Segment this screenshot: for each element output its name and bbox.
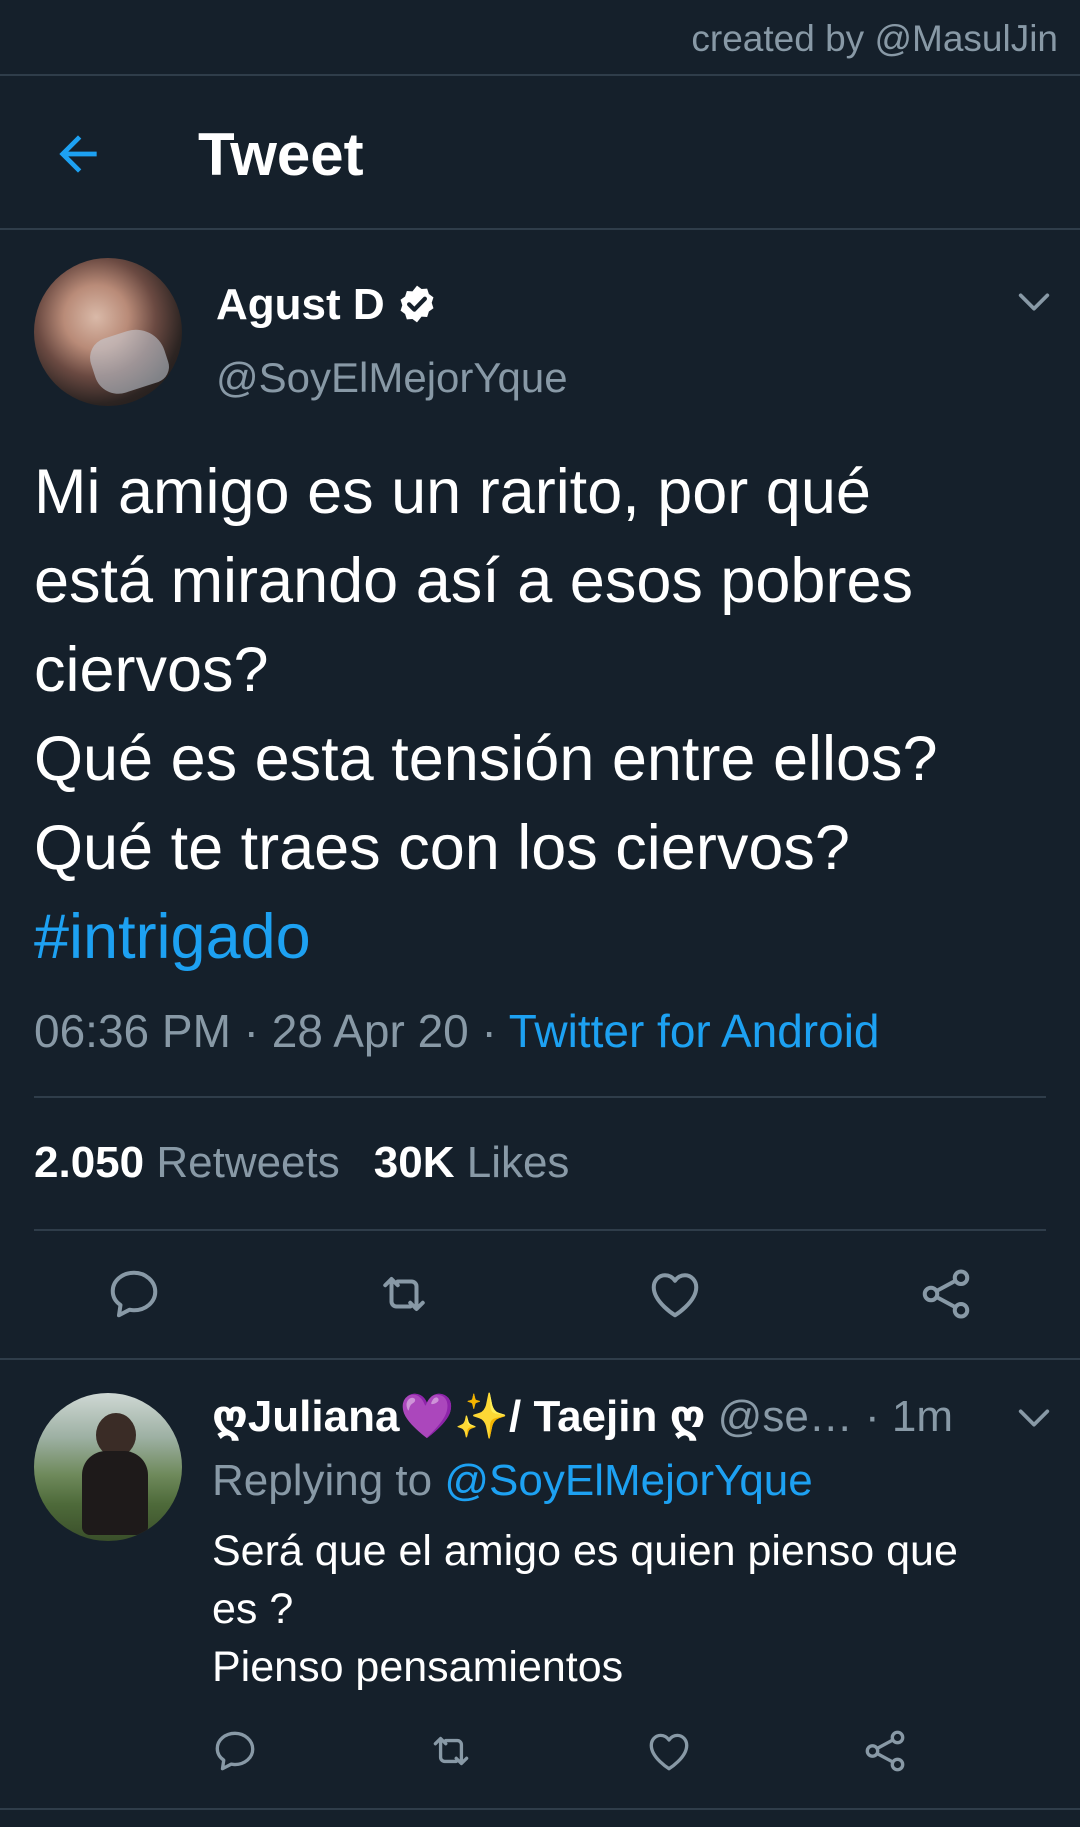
tweet-source-link[interactable]: Twitter for Android <box>509 1005 880 1057</box>
comment-icon[interactable] <box>210 1726 260 1776</box>
retweet-icon[interactable] <box>426 1726 476 1776</box>
reply-author-name[interactable]: ღJuliana💜✨/ Taejin ღ <box>212 1392 705 1441</box>
reply-text: Será que el amigo es quien pienso que es… <box>212 1522 1042 1696</box>
author-handle[interactable]: @SoyElMejorYque <box>216 354 568 402</box>
tweet-text-line: Qué te traes con los ciervos? <box>34 813 850 883</box>
heart-icon[interactable] <box>644 1726 694 1776</box>
retweets-stat[interactable]: 2.050 Retweets <box>34 1138 340 1187</box>
heart-icon[interactable] <box>645 1264 705 1324</box>
retweets-count: 2.050 <box>34 1138 145 1187</box>
replying-to: Replying to @SoyElMejorYque <box>212 1456 813 1506</box>
meta-separator: · <box>230 1005 272 1057</box>
tweet-time: 06:36 PM <box>34 1005 231 1057</box>
author-avatar[interactable] <box>34 258 182 406</box>
reply-header: ღJuliana💜✨/ Taejin ღ @se… · 1m <box>212 1390 953 1442</box>
verified-badge-icon <box>400 285 434 323</box>
tweet-text-line: Mi amigo es un rarito, por qué <box>34 457 871 527</box>
tweet-date: 28 Apr 20 <box>271 1005 469 1057</box>
tweet-text-line: está mirando así a esos pobres <box>34 546 913 616</box>
retweets-label: Retweets <box>156 1138 340 1187</box>
share-icon[interactable] <box>860 1726 910 1776</box>
retweet-icon[interactable] <box>374 1264 434 1324</box>
page-title: Tweet <box>198 121 364 188</box>
chevron-down-icon[interactable] <box>1014 282 1054 322</box>
chevron-down-icon[interactable] <box>1014 1398 1054 1438</box>
likes-stat[interactable]: 30K Likes <box>374 1138 570 1187</box>
replying-mention-link[interactable]: @SoyElMejorYque <box>444 1456 812 1505</box>
tweet-text-line: ciervos? <box>34 635 269 705</box>
hashtag-link[interactable]: #intrigado <box>34 893 1054 982</box>
watermark-credit: created by @MasulJin <box>691 18 1058 59</box>
reply-text-line: es ? <box>212 1585 294 1633</box>
likes-count: 30K <box>373 1138 455 1187</box>
reply-text-line: Será que el amigo es quien pienso que <box>212 1527 958 1575</box>
share-icon[interactable] <box>916 1264 976 1324</box>
tweet-stats: 2.050 Retweets 30K Likes <box>34 1138 569 1188</box>
header-divider <box>0 228 1080 230</box>
tweet-text-line: Qué es esta tensión entre ellos? <box>34 724 938 794</box>
tweet-text: Mi amigo es un rarito, por qué está mira… <box>34 448 1054 982</box>
reply-avatar[interactable] <box>34 1393 182 1541</box>
likes-label: Likes <box>466 1138 570 1187</box>
arrow-left-icon[interactable] <box>50 126 106 182</box>
comment-icon[interactable] <box>104 1264 164 1324</box>
divider <box>0 1358 1080 1360</box>
reply-timestamp: · 1m <box>865 1392 954 1441</box>
reply-author-handle[interactable]: @se… <box>718 1392 853 1441</box>
tweet-meta: 06:36 PM · 28 Apr 20 · Twitter for Andro… <box>34 1004 880 1058</box>
divider <box>34 1096 1046 1098</box>
replying-prefix: Replying to <box>212 1456 433 1505</box>
top-bar: Tweet <box>0 76 1080 228</box>
divider <box>34 1229 1046 1231</box>
meta-separator: · <box>468 1005 509 1057</box>
author-name[interactable]: Agust D <box>216 280 385 330</box>
reply-text-line: Pienso pensamientos <box>212 1643 624 1691</box>
divider <box>0 1808 1080 1810</box>
